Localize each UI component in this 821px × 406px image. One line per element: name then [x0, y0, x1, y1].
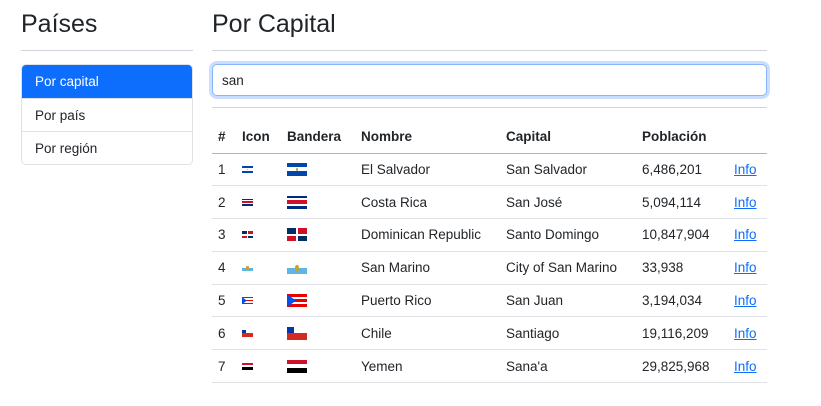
info-link[interactable]: Info — [734, 293, 757, 308]
info-link[interactable]: Info — [734, 260, 757, 275]
row-icon-cell — [236, 218, 281, 252]
flag-icon — [242, 231, 253, 239]
sidebar-title: Países — [21, 10, 98, 38]
row-actions: Info — [728, 284, 767, 318]
row-icon-cell — [236, 251, 281, 285]
row-capital: City of San Marino — [500, 251, 636, 285]
row-flag-cell — [281, 251, 355, 285]
row-country-name: Dominican Republic — [355, 218, 500, 252]
row-flag-cell — [281, 218, 355, 252]
info-link[interactable]: Info — [734, 326, 757, 341]
row-icon-cell — [236, 185, 281, 220]
info-link[interactable]: Info — [734, 195, 757, 210]
row-number: 4 — [212, 251, 236, 285]
row-population: 19,116,209 — [636, 316, 728, 351]
row-capital: San Juan — [500, 284, 636, 318]
row-number: 1 — [212, 153, 236, 187]
info-link[interactable]: Info — [734, 162, 757, 177]
row-capital: San José — [500, 185, 636, 220]
table-row: 7 Yemen Sana'a 29,825,968 Info — [212, 349, 767, 384]
header-number: # — [212, 121, 236, 154]
header-actions — [728, 121, 767, 154]
row-actions: Info — [728, 316, 767, 351]
sidebar-divider — [21, 50, 193, 51]
table-row: 5 Puerto Rico San Juan 3,194,034 Info — [212, 284, 767, 318]
search-divider — [212, 107, 767, 108]
row-country-name: Puerto Rico — [355, 284, 500, 318]
row-capital: San Salvador — [500, 153, 636, 187]
sidebar-item-por-pais[interactable]: Por país — [22, 98, 192, 131]
row-number: 6 — [212, 316, 236, 351]
row-icon-cell — [236, 284, 281, 318]
row-population: 10,847,904 — [636, 218, 728, 252]
flag-icon — [242, 362, 253, 370]
header-flag: Bandera — [281, 121, 355, 154]
table-row: 2 Costa Rica San José 5,094,114 Info — [212, 185, 767, 220]
info-link[interactable]: Info — [734, 227, 757, 242]
table-header-row: # Icon Bandera Nombre Capital Población — [212, 121, 767, 154]
row-country-name: San Marino — [355, 251, 500, 285]
row-country-name: Chile — [355, 316, 500, 351]
header-icon: Icon — [236, 121, 281, 154]
search-input[interactable] — [212, 64, 767, 96]
row-icon-cell — [236, 316, 281, 351]
flag-image — [287, 228, 307, 242]
row-population: 3,194,034 — [636, 284, 728, 318]
row-flag-cell — [281, 185, 355, 220]
flag-image — [287, 294, 307, 308]
row-number: 5 — [212, 284, 236, 318]
row-country-name: Yemen — [355, 349, 500, 384]
row-flag-cell — [281, 316, 355, 351]
flag-icon — [242, 165, 253, 173]
table-row: 6 Chile Santiago 19,116,209 Info — [212, 316, 767, 351]
row-actions: Info — [728, 349, 767, 384]
flag-image — [287, 261, 307, 275]
page-title: Por Capital — [212, 10, 336, 38]
table-row: 1 El Salvador San Salvador 6,486,201 Info — [212, 153, 767, 187]
row-number: 2 — [212, 185, 236, 220]
row-population: 33,938 — [636, 251, 728, 285]
flag-icon — [242, 198, 253, 206]
flag-image — [287, 359, 307, 373]
row-icon-cell — [236, 349, 281, 384]
row-population: 29,825,968 — [636, 349, 728, 384]
row-country-name: Costa Rica — [355, 185, 500, 220]
row-actions: Info — [728, 185, 767, 220]
row-actions: Info — [728, 218, 767, 252]
row-population: 6,486,201 — [636, 153, 728, 187]
flag-image — [287, 162, 307, 176]
row-actions: Info — [728, 251, 767, 285]
flag-image — [287, 326, 307, 340]
row-capital: Santiago — [500, 316, 636, 351]
row-population: 5,094,114 — [636, 185, 728, 220]
row-flag-cell — [281, 284, 355, 318]
header-capital: Capital — [500, 121, 636, 154]
row-number: 7 — [212, 349, 236, 384]
row-number: 3 — [212, 218, 236, 252]
search-mode-list: Por capital Por país Por región — [21, 64, 193, 165]
sidebar-item-por-region[interactable]: Por región — [22, 131, 192, 164]
row-icon-cell — [236, 153, 281, 187]
flag-icon — [242, 329, 253, 337]
row-actions: Info — [728, 153, 767, 187]
header-name: Nombre — [355, 121, 500, 154]
row-flag-cell — [281, 349, 355, 384]
flag-icon — [242, 264, 253, 272]
title-divider — [212, 50, 767, 51]
info-link[interactable]: Info — [734, 359, 757, 374]
row-capital: Sana'a — [500, 349, 636, 384]
flag-icon — [242, 297, 253, 305]
flag-image — [287, 195, 307, 209]
sidebar-item-por-capital[interactable]: Por capital — [22, 65, 192, 98]
row-capital: Santo Domingo — [500, 218, 636, 252]
countries-table: # Icon Bandera Nombre Capital Población … — [212, 121, 767, 384]
header-population: Población — [636, 121, 728, 154]
table-row: 3 Dominican Republic Santo Domingo 10,847,9… — [212, 218, 767, 252]
row-country-name: El Salvador — [355, 153, 500, 187]
table-row: 4 San Marino City of San Marino 33,938 Info — [212, 251, 767, 285]
row-flag-cell — [281, 153, 355, 187]
